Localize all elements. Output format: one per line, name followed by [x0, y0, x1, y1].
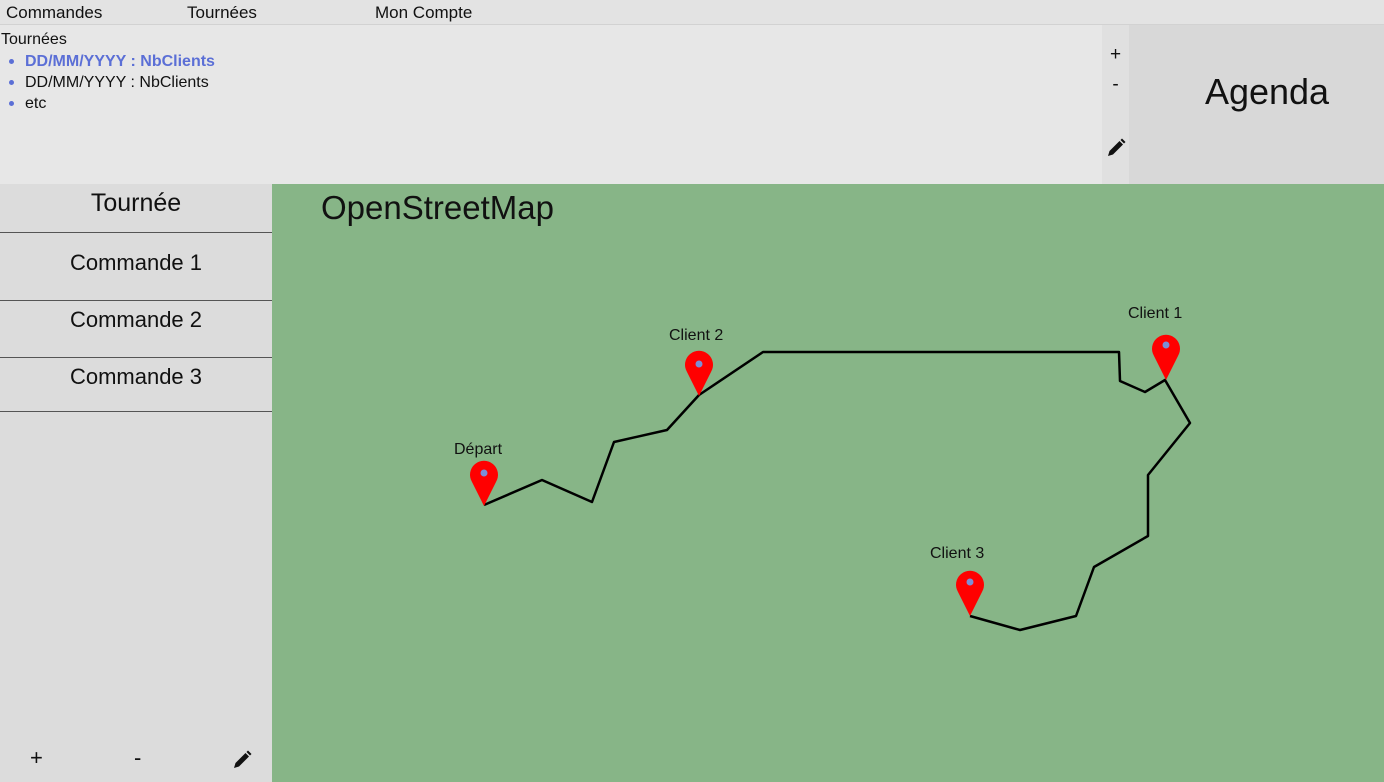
map-pin-dot	[695, 360, 703, 368]
marker-label-client-1: Client 1	[1128, 305, 1182, 322]
pencil-icon	[234, 750, 252, 768]
menu-commandes[interactable]: Commandes	[6, 3, 102, 23]
tour-item-1[interactable]: DD/MM/YYYY : NbClients	[7, 51, 215, 72]
bullet-icon	[9, 101, 14, 106]
top-menu-bar: Commandes Tournées Mon Compte	[0, 0, 1384, 25]
edit-order-button[interactable]	[231, 749, 253, 777]
tours-panel: Tournées DD/MM/YYYY : NbClients DD/MM/YY…	[0, 25, 1102, 184]
tour-item-3[interactable]: etc	[7, 93, 215, 114]
menu-mon-compte[interactable]: Mon Compte	[375, 3, 472, 23]
add-tour-button[interactable]: +	[1102, 44, 1129, 66]
marker-client-1[interactable]: Client 1	[1128, 305, 1182, 380]
map-pin-dot	[966, 578, 974, 586]
add-order-button[interactable]: +	[30, 745, 43, 771]
order-item-3[interactable]: Commande 3	[0, 358, 272, 412]
map-pin-dot	[480, 469, 488, 477]
map-area[interactable]: OpenStreetMap Départ Client 2 Client 1 C…	[272, 184, 1384, 782]
marker-label-client-2: Client 2	[669, 327, 723, 344]
menu-tournees[interactable]: Tournées	[187, 3, 257, 23]
edit-tour-button[interactable]	[1102, 137, 1129, 165]
bullet-icon	[9, 80, 14, 85]
tours-title: Tournées	[1, 31, 67, 48]
route-line	[483, 350, 1192, 632]
agenda-title: Agenda	[1204, 71, 1330, 112]
marker-client-3[interactable]: Client 3	[930, 545, 984, 616]
tour-item-label: etc	[25, 95, 47, 112]
tour-item-label: DD/MM/YYYY : NbClients	[25, 53, 215, 70]
tour-sidebar: Tournée Commande 1 Commande 2 Commande 3…	[0, 184, 272, 782]
agenda-panel[interactable]: Agenda	[1129, 25, 1384, 184]
marker-depart[interactable]: Départ	[454, 441, 503, 506]
map-pin-icon	[470, 460, 498, 506]
bullet-icon	[9, 59, 14, 64]
remove-tour-button[interactable]: -	[1102, 74, 1129, 96]
map-canvas: Départ Client 2 Client 1 Client 3	[454, 305, 1192, 632]
order-item-2[interactable]: Commande 2	[0, 301, 272, 358]
marker-label-client-3: Client 3	[930, 545, 984, 562]
map-pin-icon	[956, 570, 985, 616]
sidebar-header: Tournée	[0, 184, 272, 233]
remove-order-button[interactable]: -	[134, 745, 141, 771]
marker-client-2[interactable]: Client 2	[669, 327, 723, 396]
tour-item-2[interactable]: DD/MM/YYYY : NbClients	[7, 72, 215, 93]
tours-tools: + -	[1102, 25, 1129, 184]
order-item-1[interactable]: Commande 1	[0, 233, 272, 301]
tour-item-label: DD/MM/YYYY : NbClients	[25, 74, 209, 91]
tours-list: DD/MM/YYYY : NbClients DD/MM/YYYY : NbCl…	[7, 51, 215, 114]
marker-label-depart: Départ	[454, 441, 503, 458]
map-pin-dot	[1162, 341, 1170, 349]
pencil-icon	[1107, 138, 1125, 156]
